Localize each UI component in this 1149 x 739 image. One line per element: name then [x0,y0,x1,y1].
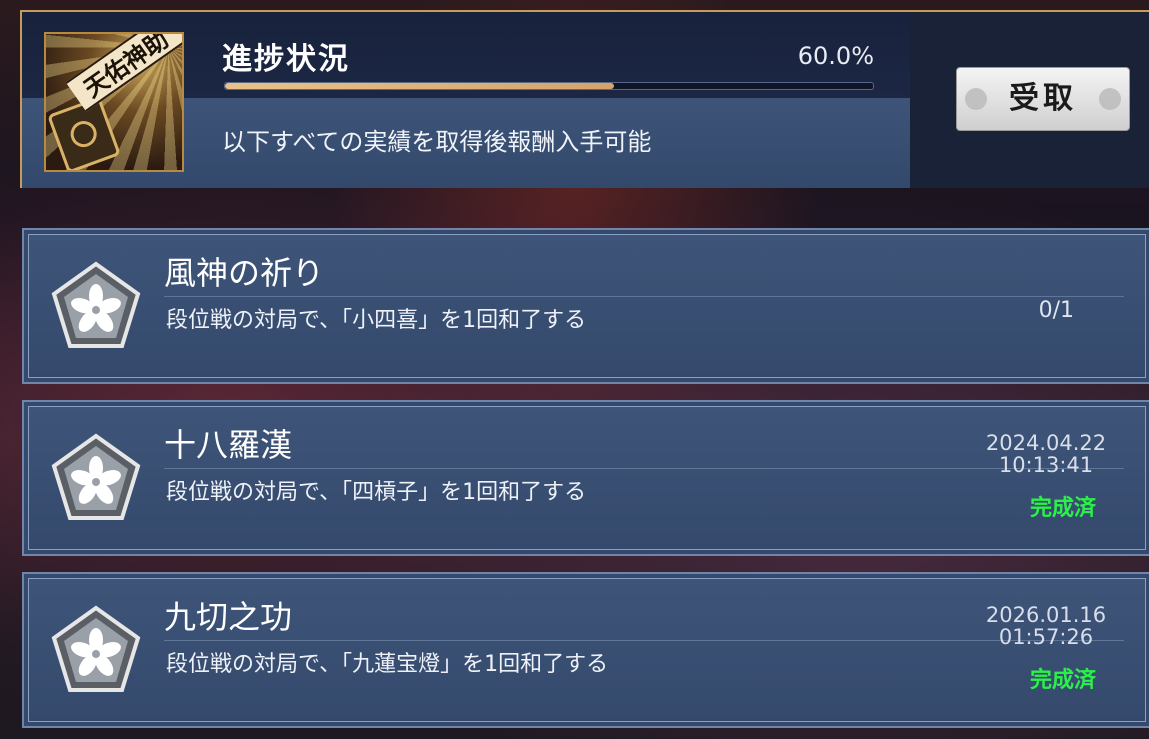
claim-button[interactable]: 受取 [956,67,1130,131]
progress-title: 進捗状況 [222,42,350,77]
progress-bar-fill [225,83,614,89]
claim-button-label: 受取 [1009,81,1077,116]
sakura-pentagon-badge-icon [51,261,141,348]
progress-header: 天佑神助 進捗状況 60.0% 以下すべての実績を取得後報酬入手可能 受取 [20,10,1149,188]
completion-timestamp: 2024.04.22 10:13:41 [976,432,1116,476]
achievement-row[interactable]: 風神の祈り 段位戦の対局で、「小四喜」を1回和了する 0/1 [22,228,1149,384]
sakura-pentagon-badge-icon [51,433,141,520]
sakura-flower-icon [1099,88,1121,110]
completion-timestamp: 2026.01.16 01:57:26 [976,604,1116,648]
achievement-progress: 0/1 [1038,298,1074,323]
progress-percent: 60.0% [797,42,874,70]
completion-date: 2026.01.16 [985,603,1107,627]
sakura-pentagon-badge-icon [51,605,141,692]
reward-emblem-icon: 天佑神助 [44,32,184,172]
achievement-row[interactable]: 十八羅漢 段位戦の対局で、「四槓子」を1回和了する 2024.04.22 10:… [22,400,1149,556]
achievement-row[interactable]: 九切之功 段位戦の対局で、「九蓮宝燈」を1回和了する 2026.01.16 01… [22,572,1149,728]
status-completed: 完成済 [1029,668,1096,693]
achievement-description: 段位戦の対局で、「四槓子」を1回和了する [166,480,587,505]
achievement-title: 十八羅漢 [164,426,293,464]
achievement-description: 段位戦の対局で、「九蓮宝燈」を1回和了する [166,652,609,677]
progress-bar [224,82,874,90]
progress-description: 以下すべての実績を取得後報酬入手可能 [222,128,652,156]
sakura-flower-icon [965,88,987,110]
status-completed: 完成済 [1029,496,1096,521]
achievement-description: 段位戦の対局で、「小四喜」を1回和了する [166,308,587,333]
completion-date: 2024.04.22 [985,431,1107,455]
completion-time: 01:57:26 [998,625,1094,649]
achievement-title: 風神の祈り [164,254,325,292]
completion-time: 10:13:41 [998,453,1094,477]
achievement-title: 九切之功 [164,598,293,636]
